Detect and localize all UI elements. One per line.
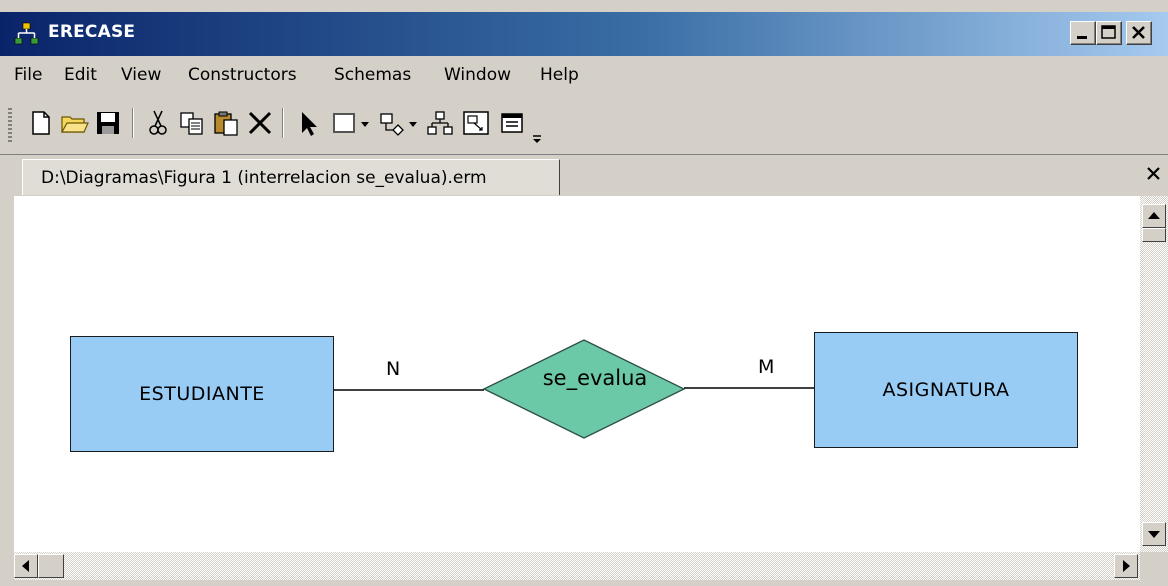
document-tab-strip: D:\Diagramas\Figura 1 (interrelacion se_… bbox=[0, 154, 1168, 197]
new-icon bbox=[32, 111, 50, 135]
chevron-down-icon bbox=[409, 122, 417, 127]
menu-help[interactable]: Help bbox=[540, 65, 579, 85]
cut-button[interactable] bbox=[142, 106, 174, 140]
document-tab-label: D:\Diagramas\Figura 1 (interrelacion se_… bbox=[41, 168, 487, 188]
menu-bar: File Edit View Constructors Schemas Wind… bbox=[0, 56, 1168, 94]
copy-button[interactable] bbox=[176, 106, 208, 140]
entity-estudiante-label: ESTUDIANTE bbox=[139, 383, 265, 405]
paste-button[interactable] bbox=[210, 106, 242, 140]
menu-edit[interactable]: Edit bbox=[64, 65, 97, 85]
scroll-down-button[interactable] bbox=[1142, 522, 1166, 546]
menu-constructors[interactable]: Constructors bbox=[188, 65, 297, 85]
save-button[interactable] bbox=[92, 106, 124, 140]
delete-icon bbox=[248, 111, 272, 135]
properties-icon bbox=[501, 113, 523, 133]
menu-schemas[interactable]: Schemas bbox=[334, 65, 411, 85]
open-folder-icon bbox=[60, 116, 89, 133]
window-title: ERECASE bbox=[48, 22, 136, 42]
close-icon bbox=[1132, 26, 1145, 39]
document-tab[interactable]: D:\Diagramas\Figura 1 (interrelacion se_… bbox=[22, 159, 560, 195]
entity-tool-dropdown[interactable] bbox=[358, 106, 372, 140]
attribute-tool-button[interactable] bbox=[460, 106, 492, 140]
close-tab-icon[interactable] bbox=[1144, 164, 1164, 184]
vertical-scroll-thumb[interactable] bbox=[1142, 228, 1166, 242]
select-arrow-icon bbox=[302, 112, 317, 136]
scroll-up-button[interactable] bbox=[1142, 204, 1166, 228]
attribute-icon bbox=[463, 111, 489, 135]
delete-button[interactable] bbox=[244, 106, 276, 140]
maximize-icon bbox=[1101, 25, 1116, 39]
toolbar-separator bbox=[132, 108, 134, 138]
entity-estudiante[interactable]: ESTUDIANTE bbox=[70, 336, 334, 452]
arrow-left-icon bbox=[22, 560, 29, 572]
hierarchy-tool-button[interactable] bbox=[424, 106, 456, 140]
open-button[interactable] bbox=[58, 106, 90, 140]
relationship-tool-button[interactable] bbox=[376, 106, 408, 140]
toolbar bbox=[0, 94, 690, 154]
chevron-down-icon bbox=[361, 122, 369, 127]
title-bar: ERECASE bbox=[0, 12, 1168, 56]
toolbar-grip[interactable] bbox=[8, 108, 12, 142]
copy-icon bbox=[180, 112, 203, 135]
size-grip[interactable] bbox=[1140, 552, 1168, 580]
entity-asignatura-label: ASIGNATURA bbox=[882, 379, 1010, 401]
toolbar-overflow-button[interactable] bbox=[528, 106, 546, 143]
menu-file[interactable]: File bbox=[14, 65, 42, 85]
horizontal-scrollbar[interactable] bbox=[14, 552, 1140, 580]
minimize-button[interactable] bbox=[1070, 21, 1096, 45]
overflow-chevron-icon bbox=[533, 135, 541, 143]
scroll-left-button[interactable] bbox=[14, 554, 38, 578]
app-icon bbox=[14, 22, 39, 45]
menu-window[interactable]: Window bbox=[444, 65, 511, 85]
cardinality-left: N bbox=[386, 358, 401, 380]
relationship-tool-dropdown[interactable] bbox=[406, 106, 420, 140]
entity-rectangle-icon bbox=[333, 113, 355, 133]
entity-asignatura[interactable]: ASIGNATURA bbox=[814, 332, 1078, 448]
toolbar-separator bbox=[282, 108, 284, 138]
cut-icon bbox=[149, 110, 167, 135]
save-icon bbox=[97, 112, 119, 134]
arrow-up-icon bbox=[1148, 212, 1160, 219]
diagram-canvas[interactable]: ESTUDIANTE ASIGNATURA se_evalua N M bbox=[14, 196, 1140, 552]
close-button[interactable] bbox=[1126, 21, 1152, 45]
new-button[interactable] bbox=[24, 106, 56, 140]
select-button[interactable] bbox=[292, 106, 324, 140]
properties-button[interactable] bbox=[496, 106, 528, 140]
horizontal-scroll-thumb[interactable] bbox=[38, 554, 64, 578]
cardinality-right: M bbox=[758, 356, 775, 378]
hierarchy-icon bbox=[427, 111, 453, 135]
arrow-down-icon bbox=[1148, 531, 1160, 538]
minimize-icon bbox=[1077, 36, 1087, 39]
arrow-right-icon bbox=[1123, 560, 1130, 572]
entity-tool-button[interactable] bbox=[328, 106, 360, 140]
menu-view[interactable]: View bbox=[121, 65, 161, 85]
relationship-label[interactable]: se_evalua bbox=[490, 366, 700, 390]
paste-icon bbox=[214, 111, 238, 136]
relationship-icon bbox=[380, 113, 404, 136]
maximize-button[interactable] bbox=[1096, 21, 1122, 45]
scroll-right-button[interactable] bbox=[1114, 554, 1138, 578]
vertical-scrollbar[interactable] bbox=[1140, 196, 1168, 552]
